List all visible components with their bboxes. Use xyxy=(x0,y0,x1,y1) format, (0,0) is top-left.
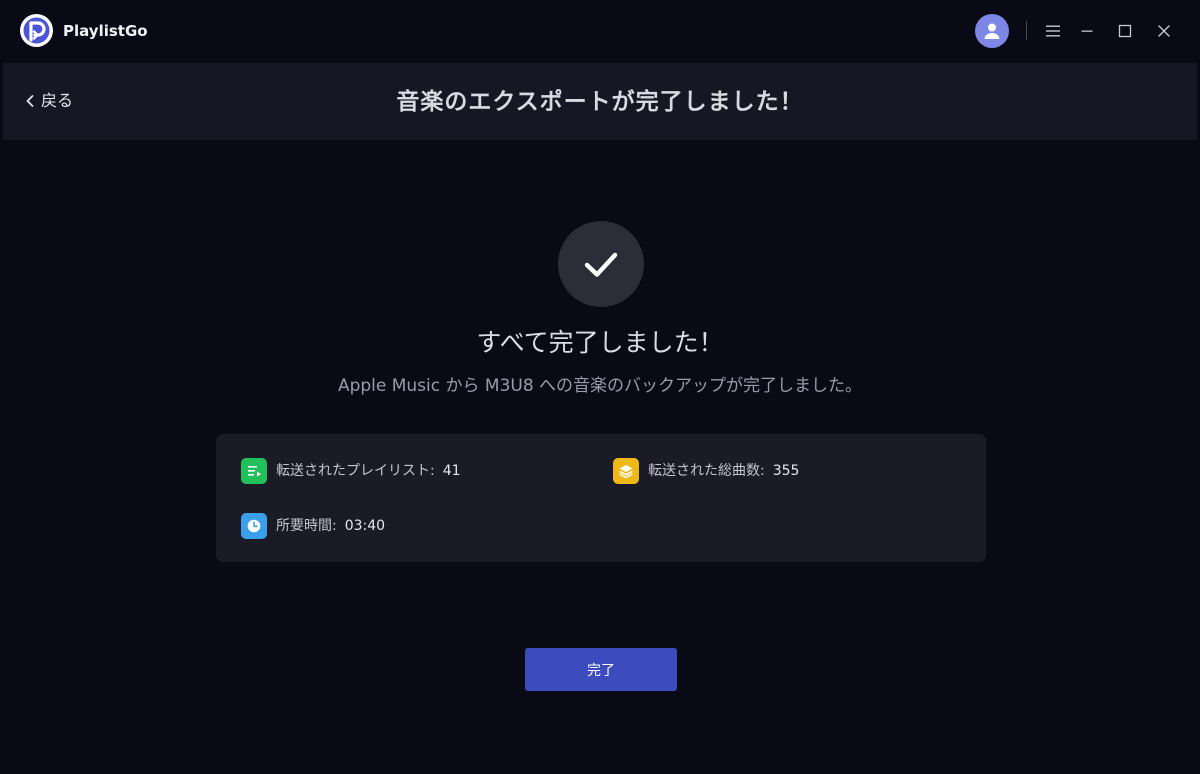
stat-duration: 所要時間: 03:40 xyxy=(241,513,385,539)
stat-songs: 転送された総曲数: 355 xyxy=(613,458,799,484)
minimize-icon[interactable] xyxy=(1075,19,1099,43)
stat-duration-value: 03:40 xyxy=(344,518,386,534)
stat-songs-label: 転送された総曲数: xyxy=(648,463,765,479)
title-bar: PlaylistGo xyxy=(0,0,1200,62)
result-subtitle: Apple Music から M3U8 への音楽のバックアップが完了しました。 xyxy=(337,376,863,396)
playlist-icon xyxy=(241,458,267,484)
stat-duration-label: 所要時間: xyxy=(276,518,337,534)
finish-button[interactable]: 完了 xyxy=(525,648,677,691)
stat-playlists: 転送されたプレイリスト: 41 xyxy=(241,458,461,484)
stat-playlists-value: 41 xyxy=(442,463,461,479)
maximize-icon[interactable] xyxy=(1113,19,1137,43)
clock-icon xyxy=(241,513,267,539)
page-title: 音楽のエクスポートが完了しました！ xyxy=(396,89,804,115)
app-window: PlaylistGo 戻る 音楽のエクスポートが完了しました！ すべて完了しまし… xyxy=(0,0,1200,774)
stat-playlists-label: 転送されたプレイリスト: xyxy=(276,463,435,479)
titlebar-divider xyxy=(1026,21,1027,40)
app-name: PlaylistGo xyxy=(63,22,148,40)
layers-icon xyxy=(613,458,639,484)
close-icon[interactable] xyxy=(1152,19,1176,43)
hamburger-menu-icon[interactable] xyxy=(1041,19,1065,43)
stat-songs-value: 355 xyxy=(772,463,800,479)
result-title: すべて完了しました！ xyxy=(476,328,724,357)
page-header: 戻る 音楽のエクスポートが完了しました！ xyxy=(3,63,1197,140)
stats-card: 転送されたプレイリスト: 41 転送された総曲数: 355 所要時間: 03:4… xyxy=(216,434,986,562)
checkmark-icon xyxy=(558,221,644,307)
user-avatar-icon[interactable] xyxy=(975,14,1009,48)
playlistgo-logo-icon xyxy=(20,14,53,47)
